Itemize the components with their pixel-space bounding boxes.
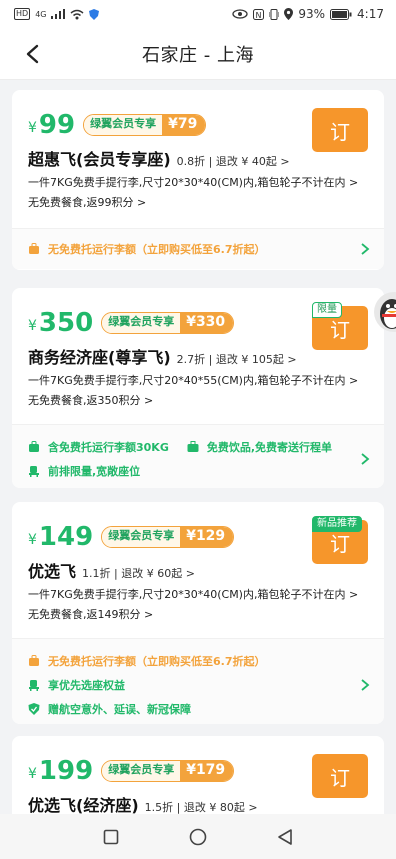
perk-text: 前排限量,宽敞座位 [48, 465, 141, 478]
meal-points-link[interactable]: 无免费餐食,返350积分 > [28, 394, 368, 408]
perk-item: 无免费托运行李额（立即购买低至6.7折起） [28, 237, 368, 261]
perks-section[interactable]: 无免费托运行李额（立即购买低至6.7折起） [12, 228, 384, 269]
member-price: ¥79 [162, 115, 206, 135]
perk-text: 赠航空意外、延误、新冠保障 [48, 703, 191, 716]
member-price-tag: 绿翼会员专享 ¥179 [101, 760, 235, 782]
nfc-icon: N [253, 8, 265, 20]
system-nav-bar [0, 814, 396, 859]
currency-symbol: ¥ [28, 120, 37, 136]
home-button[interactable] [189, 828, 207, 846]
currency-symbol: ¥ [28, 318, 37, 334]
svg-text:N: N [256, 11, 262, 20]
fare-meta-link[interactable]: 2.7折 | 退改 ¥ 105起 > [177, 351, 297, 367]
meal-points-link[interactable]: 无免费餐食,返149积分 > [28, 608, 368, 622]
shield-icon [28, 703, 40, 715]
wifi-icon [71, 9, 84, 19]
new-product-badge: 新品推荐 [312, 516, 362, 532]
baggage-icon [29, 441, 39, 452]
app-root: { "status_bar": {"carrier_badge": "HD", … [0, 0, 396, 859]
member-label: 绿翼会员专享 [84, 115, 163, 135]
perk-item: 享优先选座权益 [28, 673, 368, 697]
limited-badge: 限量 [312, 302, 342, 318]
fare-card: ¥ 149 绿翼会员专享 ¥129 优选飞 1.1折 | 退改 ¥ 60起 > … [12, 502, 384, 724]
book-button[interactable]: 订 [312, 754, 368, 798]
perk-item: 免费饮品,免费寄送行程单 [187, 435, 332, 459]
member-label: 绿翼会员专享 [102, 527, 181, 547]
fare-card-main: ¥ 350 绿翼会员专享 ¥330 商务经济座(尊享飞) 2.7折 | 退改 ¥… [12, 288, 384, 408]
battery-icon [330, 8, 352, 20]
seat-icon [29, 680, 39, 691]
chevron-right-icon [361, 679, 370, 691]
member-price-tag: 绿翼会员专享 ¥129 [101, 526, 235, 548]
member-price-tag: 绿翼会员专享 ¥330 [101, 312, 235, 334]
book-button[interactable]: 订 [312, 108, 368, 152]
clock: 4:17 [357, 7, 384, 21]
fare-price: 99 [38, 110, 76, 140]
perk-item: 含免费托运行李额30KG [28, 435, 169, 459]
recent-apps-button[interactable] [103, 829, 119, 845]
chevron-right-icon [361, 243, 370, 255]
meal-points-link[interactable]: 无免费餐食,返99积分 > [28, 196, 368, 210]
fare-name: 优选飞 [28, 562, 77, 581]
perk-text: 享优先选座权益 [48, 679, 125, 692]
currency-symbol: ¥ [28, 766, 37, 782]
briefcase-icon [187, 441, 199, 452]
fare-price: 149 [38, 522, 94, 552]
fare-card-main: ¥ 199 绿翼会员专享 ¥179 优选飞(经济座) 1.5折 | 退改 ¥ 8… [12, 736, 384, 814]
fare-name: 优选飞(经济座) [28, 796, 139, 814]
vibrate-icon [269, 8, 280, 20]
fare-card: ¥ 350 绿翼会员专享 ¥330 商务经济座(尊享飞) 2.7折 | 退改 ¥… [12, 288, 384, 488]
back-button[interactable] [18, 40, 46, 68]
page-title: 石家庄 - 上海 [142, 44, 254, 66]
currency-symbol: ¥ [28, 532, 37, 548]
chevron-right-icon [361, 453, 370, 465]
signal-icon [51, 9, 66, 19]
carry-on-rule-link[interactable]: 一件7KG免费手提行李,尺寸20*30*40(CM)内,箱包轮子不计在内 > [28, 588, 368, 602]
perks-section[interactable]: 含免费托运行李额30KG 免费饮品,免费寄送行程单 前排限量,宽敞座位 [12, 424, 384, 488]
battery-percent: 93% [298, 7, 326, 21]
perk-text: 含免费托运行李额30KG [48, 441, 169, 454]
location-icon [284, 8, 294, 20]
member-price: ¥179 [180, 761, 234, 781]
back-nav-button[interactable] [277, 828, 293, 846]
perk-text: 免费饮品,免费寄送行程单 [206, 441, 333, 454]
member-label: 绿翼会员专享 [102, 313, 181, 333]
member-label: 绿翼会员专享 [102, 761, 181, 781]
fare-meta-link[interactable]: 0.8折 | 退改 ¥ 40起 > [177, 153, 290, 169]
top-nav-bar: 石家庄 - 上海 [0, 28, 396, 80]
fare-meta-link[interactable]: 1.1折 | 退改 ¥ 60起 > [82, 565, 195, 581]
carry-on-rule-link[interactable]: 一件7KG免费手提行李,尺寸20*40*55(CM)内,箱包轮子不计在内 > [28, 374, 368, 388]
network-type: 4G [35, 9, 47, 19]
baggage-icon [29, 655, 39, 666]
baggage-icon [29, 243, 39, 254]
fare-card: ¥ 99 绿翼会员专享 ¥79 超惠飞(会员专享座) 0.8折 | 退改 ¥ 4… [12, 90, 384, 270]
hd-badge: HD [14, 8, 31, 20]
fare-card-main: ¥ 99 绿翼会员专享 ¥79 超惠飞(会员专享座) 0.8折 | 退改 ¥ 4… [12, 90, 384, 210]
perks-section[interactable]: 无免费托运行李额（立即购买低至6.7折起） 享优先选座权益 赠航空意外、延误、新… [12, 638, 384, 724]
back-arrow-icon [26, 44, 39, 64]
status-bar: HD 4G N 93% 4:17 [0, 0, 396, 28]
perk-item: 前排限量,宽敞座位 [28, 459, 368, 483]
perk-item: 赠航空意外、延误、新冠保障 [28, 697, 368, 721]
fare-list: ¥ 99 绿翼会员专享 ¥79 超惠飞(会员专享座) 0.8折 | 退改 ¥ 4… [0, 80, 396, 814]
fare-name: 商务经济座(尊享飞) [28, 348, 171, 367]
fare-card: ¥ 199 绿翼会员专享 ¥179 优选飞(经济座) 1.5折 | 退改 ¥ 8… [12, 736, 384, 814]
fare-price: 350 [38, 308, 94, 338]
carry-on-rule-link[interactable]: 一件7KG免费手提行李,尺寸20*30*40(CM)内,箱包轮子不计在内 > [28, 176, 368, 190]
perk-text: 无免费托运行李额（立即购买低至6.7折起） [48, 243, 266, 256]
eye-icon [232, 9, 249, 19]
perk-item: 无免费托运行李额（立即购买低至6.7折起） [28, 649, 368, 673]
fare-price: 199 [38, 756, 94, 786]
fare-card-main: ¥ 149 绿翼会员专享 ¥129 优选飞 1.1折 | 退改 ¥ 60起 > … [12, 502, 384, 622]
seat-icon [29, 466, 39, 477]
perk-text: 无免费托运行李额（立即购买低至6.7折起） [48, 655, 266, 668]
member-price-tag: 绿翼会员专享 ¥79 [83, 114, 207, 136]
member-price: ¥330 [180, 313, 234, 333]
fare-meta-link[interactable]: 1.5折 | 退改 ¥ 80起 > [145, 799, 258, 814]
member-price: ¥129 [180, 527, 234, 547]
fare-name: 超惠飞(会员专享座) [28, 150, 171, 169]
shield-status-icon [89, 8, 100, 20]
